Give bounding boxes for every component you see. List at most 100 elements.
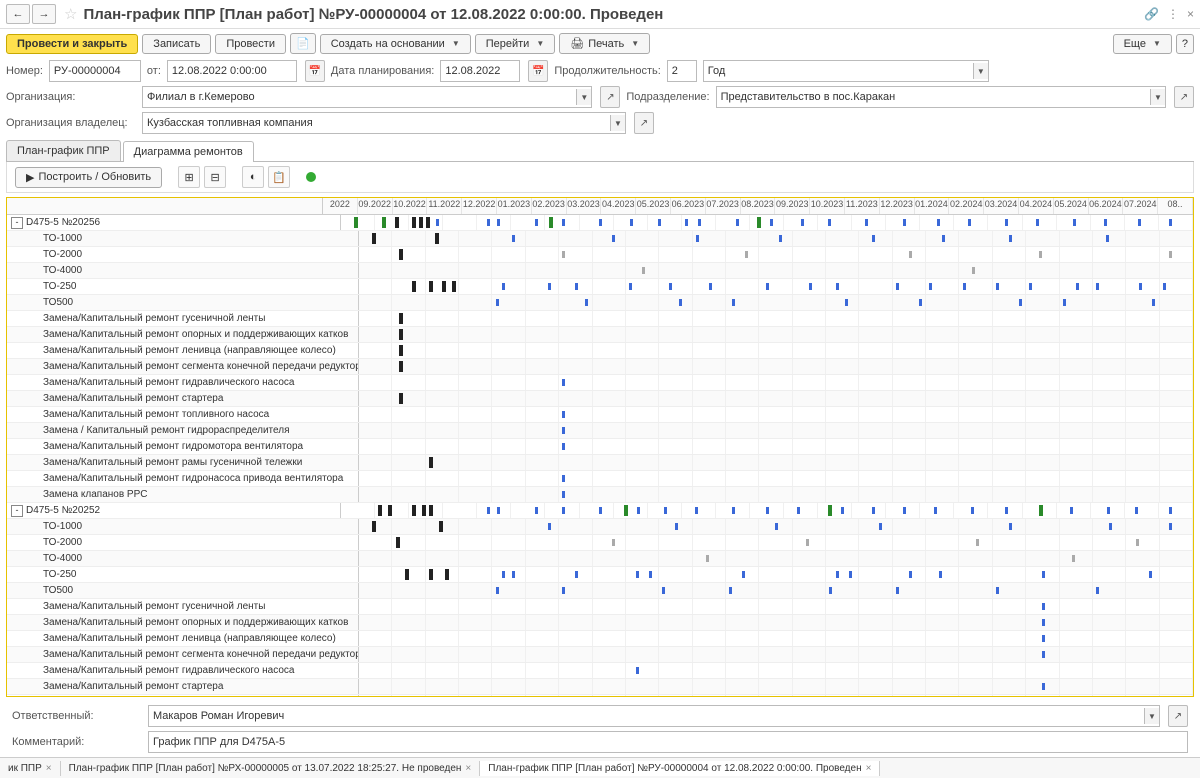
gantt-marker[interactable] — [1163, 283, 1166, 290]
document-tab[interactable]: План-график ППР [План работ] №РУ-0000000… — [480, 761, 880, 776]
owner-select[interactable]: Кузбасская топливная компания▼ — [142, 112, 626, 134]
gantt-task-row[interactable]: Замена/Капитальный ремонт гусеничной лен… — [7, 599, 1193, 615]
gantt-task-row[interactable]: ТО-2000 — [7, 535, 1193, 551]
gantt-marker[interactable] — [1169, 507, 1172, 514]
document-tab[interactable]: ик ППР× — [0, 761, 61, 776]
chart-pie-icon[interactable]: ◐ — [242, 166, 264, 188]
collapse-all-icon[interactable]: ⊟ — [204, 166, 226, 188]
gantt-marker[interactable] — [937, 219, 940, 226]
gantt-marker[interactable] — [562, 475, 565, 482]
conduct-button[interactable]: Провести — [215, 34, 286, 54]
favorite-icon[interactable]: ☆ — [64, 5, 77, 23]
chevron-down-icon[interactable]: ▼ — [576, 89, 591, 105]
gantt-marker[interactable] — [396, 537, 400, 548]
comment-input[interactable]: График ППР для D475A-5 — [148, 731, 1188, 753]
gantt-marker[interactable] — [548, 283, 551, 290]
gantt-marker[interactable] — [939, 571, 942, 578]
gantt-marker[interactable] — [909, 251, 912, 258]
calendar-icon[interactable]: 📅 — [528, 60, 548, 82]
gantt-marker[interactable] — [562, 411, 565, 418]
gantt-marker[interactable] — [1019, 299, 1022, 306]
gantt-marker[interactable] — [770, 219, 773, 226]
number-input[interactable]: РУ-00000004 — [49, 60, 141, 82]
expand-all-icon[interactable]: ⊞ — [178, 166, 200, 188]
gantt-marker[interactable] — [658, 219, 661, 226]
gantt-marker[interactable] — [736, 219, 739, 226]
gantt-marker[interactable] — [535, 507, 538, 514]
gantt-marker[interactable] — [512, 571, 515, 578]
gantt-marker[interactable] — [426, 217, 430, 228]
gantt-marker[interactable] — [452, 281, 456, 292]
gantt-task-row[interactable]: ТО-1000 — [7, 231, 1193, 247]
gantt-marker[interactable] — [562, 491, 565, 498]
gantt-marker[interactable] — [775, 523, 778, 530]
gantt-marker[interactable] — [1073, 219, 1076, 226]
gantt-marker[interactable] — [1076, 283, 1079, 290]
gantt-marker[interactable] — [695, 507, 698, 514]
gantt-task-row[interactable]: Замена/Капитальный ремонт стартера — [7, 679, 1193, 695]
gantt-task-row[interactable]: Замена/Капитальный ремонт сегмента конеч… — [7, 647, 1193, 663]
gantt-marker[interactable] — [575, 571, 578, 578]
gantt-marker[interactable] — [1169, 523, 1172, 530]
close-tab-icon[interactable]: × — [465, 763, 471, 774]
gantt-marker[interactable] — [1135, 507, 1138, 514]
gantt-marker[interactable] — [934, 507, 937, 514]
open-icon[interactable]: ↗ — [600, 86, 620, 108]
chevron-down-icon[interactable]: ▼ — [1144, 708, 1159, 724]
tab-plan-graph[interactable]: План-график ППР — [6, 140, 121, 161]
gantt-marker[interactable] — [637, 507, 640, 514]
gantt-marker[interactable] — [1138, 219, 1141, 226]
document-icon-button[interactable]: 📄 — [290, 33, 316, 54]
gantt-marker[interactable] — [575, 283, 578, 290]
gantt-marker[interactable] — [872, 235, 875, 242]
nav-back-button[interactable]: ← — [6, 4, 30, 24]
gantt-marker[interactable] — [395, 217, 399, 228]
chevron-down-icon[interactable]: ▼ — [973, 63, 988, 79]
gantt-marker[interactable] — [809, 283, 812, 290]
gantt-marker[interactable] — [996, 587, 999, 594]
gantt-marker[interactable] — [806, 539, 809, 546]
gantt-marker[interactable] — [436, 219, 439, 226]
close-icon[interactable]: × — [1187, 7, 1194, 21]
gantt-marker[interactable] — [422, 505, 426, 516]
chevron-down-icon[interactable]: ▼ — [1150, 89, 1165, 105]
gantt-marker[interactable] — [636, 667, 639, 674]
gantt-group-row[interactable]: -D475-5 №20256 — [7, 215, 1193, 231]
create-based-button[interactable]: Создать на основании▼ — [320, 34, 471, 54]
gantt-marker[interactable] — [388, 505, 392, 516]
gantt-marker[interactable] — [845, 299, 848, 306]
gantt-task-row[interactable]: ТО-4000 — [7, 263, 1193, 279]
gantt-marker[interactable] — [766, 283, 769, 290]
gantt-task-row[interactable]: Замена/Капитальный ремонт гидронасоса пр… — [7, 471, 1193, 487]
gantt-marker[interactable] — [1104, 219, 1107, 226]
gantt-task-row[interactable]: Замена/Капитальный ремонт рамы гусенично… — [7, 455, 1193, 471]
gantt-marker[interactable] — [742, 571, 745, 578]
gantt-marker[interactable] — [732, 299, 735, 306]
gantt-marker[interactable] — [696, 235, 699, 242]
gantt-marker[interactable] — [919, 299, 922, 306]
gantt-marker[interactable] — [442, 281, 446, 292]
gantt-marker[interactable] — [1036, 219, 1039, 226]
expand-toggle[interactable]: - — [11, 217, 23, 229]
gantt-marker[interactable] — [849, 571, 852, 578]
gantt-marker[interactable] — [445, 569, 449, 580]
gantt-task-row[interactable]: Замена/Капитальный ремонт опорных и подд… — [7, 327, 1193, 343]
gantt-task-row[interactable]: Замена/Капитальный ремонт топливного нас… — [7, 695, 1193, 696]
gantt-marker[interactable] — [562, 443, 565, 450]
gantt-marker[interactable] — [976, 539, 979, 546]
plan-date-input[interactable]: 12.08.2022 — [440, 60, 520, 82]
gantt-marker[interactable] — [399, 345, 403, 356]
gantt-task-row[interactable]: Замена/Капитальный ремонт сегмента конеч… — [7, 359, 1193, 375]
gantt-marker[interactable] — [903, 507, 906, 514]
gantt-marker[interactable] — [412, 281, 416, 292]
link-icon[interactable]: 🔗 — [1144, 7, 1159, 21]
gantt-marker[interactable] — [865, 219, 868, 226]
gantt-marker[interactable] — [549, 217, 553, 228]
gantt-marker[interactable] — [405, 569, 409, 580]
gantt-marker[interactable] — [971, 507, 974, 514]
gantt-marker[interactable] — [836, 571, 839, 578]
gantt-task-row[interactable]: Замена/Капитальный ремонт гидравлическог… — [7, 663, 1193, 679]
gantt-marker[interactable] — [685, 219, 688, 226]
gantt-marker[interactable] — [1107, 507, 1110, 514]
gantt-marker[interactable] — [841, 507, 844, 514]
